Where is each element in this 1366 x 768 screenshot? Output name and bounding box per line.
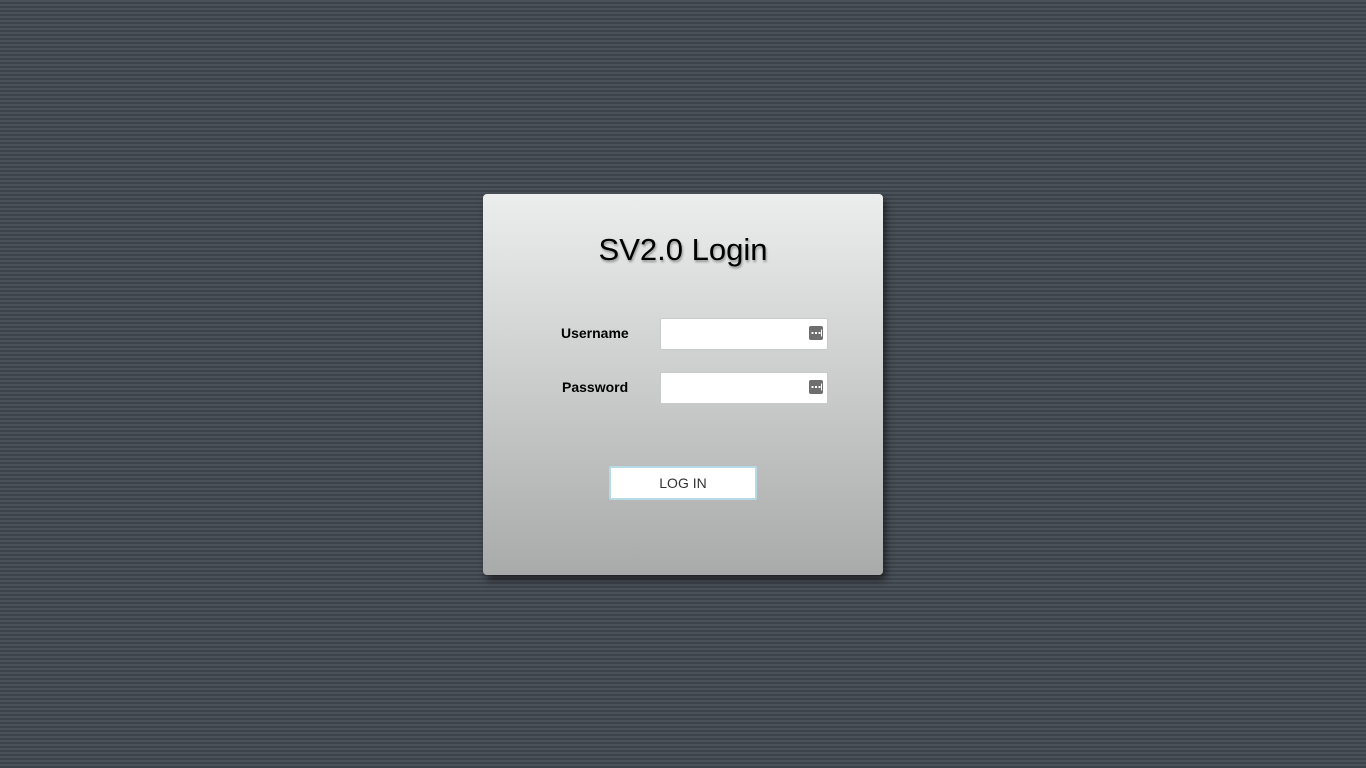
login-title: SV2.0 Login: [598, 232, 768, 267]
username-input[interactable]: [667, 320, 807, 348]
password-input[interactable]: [667, 374, 807, 402]
username-field[interactable]: [660, 318, 828, 350]
login-button[interactable]: LOG IN: [609, 466, 757, 500]
username-label: Username: [561, 325, 629, 341]
password-manager-icon[interactable]: [809, 326, 823, 340]
login-panel: SV2.0 Login Username Password LOG IN: [483, 194, 883, 575]
password-field[interactable]: [660, 372, 828, 404]
password-manager-icon[interactable]: [809, 380, 823, 394]
password-label: Password: [562, 379, 629, 395]
